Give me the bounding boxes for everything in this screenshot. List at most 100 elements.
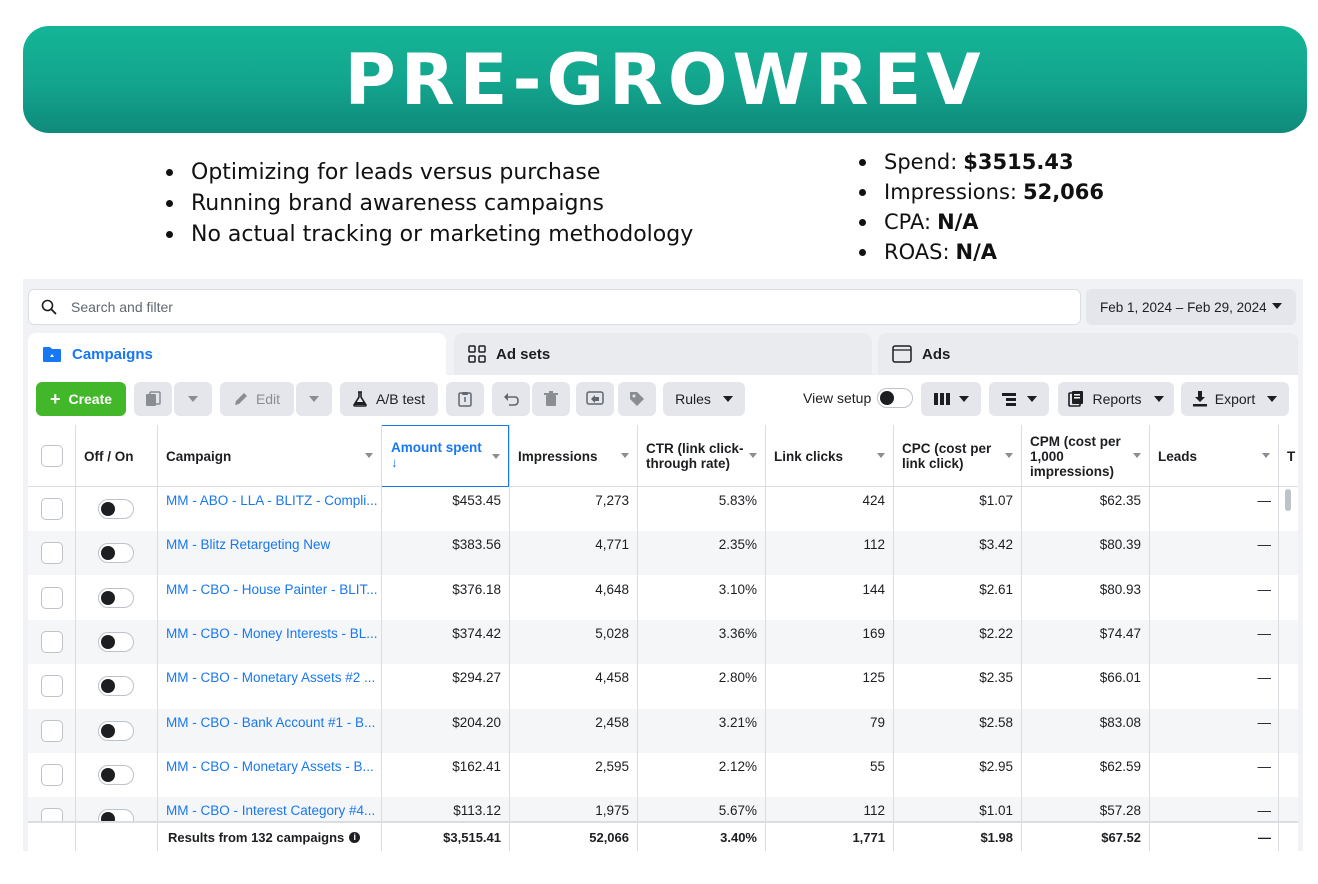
col-label: CPC (cost per link click) [902,441,992,471]
cell-spent: $374.42 [452,625,501,641]
folder-icon [42,346,62,363]
bullet-text: No actual tracking or marketing methodol… [191,222,694,247]
row-checkbox[interactable] [40,719,63,742]
tab-campaigns[interactable]: Campaigns [28,333,446,375]
campaign-toggle[interactable] [98,499,134,519]
tab-ad-sets[interactable]: Ad sets [454,333,872,375]
campaign-toggle[interactable] [98,720,134,741]
preview-button[interactable] [576,382,614,416]
campaign-toggle[interactable] [98,543,134,564]
table-row[interactable]: MM - CBO - Money Interests - BL... $374.4… [28,619,1298,664]
cell-ctr: 2.35% [718,537,757,553]
col-amount-spent[interactable]: Amount spent ↓ [381,425,509,487]
duplicate-icon [146,391,161,406]
col-cpc[interactable]: CPC (cost per link click) [893,425,1021,487]
campaign-name-link[interactable]: MM - CBO - Money Interests - BL... [166,620,378,664]
campaign-name-link[interactable]: MM - CBO - House Painter - BLIT... [166,576,378,620]
col-cpm[interactable]: CPM (cost per 1,000 impressions) [1021,425,1149,487]
export-label: Export [1214,391,1256,407]
campaign-name-link[interactable]: MM - ABO - LLA - BLITZ - Compli... [166,487,378,531]
row-select-cell [28,753,75,797]
table-row[interactable]: MM - CBO - Monetary Assets #2 ... $294.27… [28,664,1298,708]
col-leads[interactable]: Leads [1149,425,1278,487]
row-select-cell [28,531,75,575]
table-scrollbar[interactable] [1285,489,1291,511]
bullet-item: No actual tracking or marketing methodol… [166,219,693,250]
duplicate-button[interactable] [134,382,172,416]
table-row[interactable]: MM - Blitz Retargeting New $383.56 4,771 2.… [28,531,1298,576]
chevron-down-icon [749,453,757,458]
campaign-name-link[interactable]: MM - CBO - Monetary Assets #2 ... [166,664,378,708]
col-ctr[interactable]: CTR (link click-through rate) [637,425,765,487]
totals-cpm: $67.52 [1101,829,1141,845]
tag-icon [630,392,644,406]
metric-value: 52,066 [1022,180,1105,204]
cell-impressions: 7,273 [595,493,629,508]
date-range-picker[interactable]: Feb 1, 2024 – Feb 29, 2024 [1086,289,1296,325]
chevron-down-icon [1267,396,1278,402]
breakdown-button[interactable] [989,382,1049,416]
row-checkbox[interactable] [40,498,63,520]
tab-ads[interactable]: Ads [878,333,1298,375]
row-checkbox[interactable] [40,586,63,609]
chevron-down-icon [1026,396,1037,402]
search-bar[interactable] [28,289,1081,325]
row-checkbox[interactable] [40,763,63,786]
info-icon[interactable]: i [349,831,361,843]
col-off-on[interactable]: Off / On [75,425,157,487]
date-range-label: Feb 1, 2024 – Feb 29, 2024 [1100,299,1267,315]
delete-button[interactable] [532,382,570,416]
col-label: CTR (link click-through rate) [646,441,744,471]
campaign-name-link[interactable]: MM - CBO - Bank Account #1 - B... [166,709,378,753]
export-button[interactable]: Export [1181,382,1289,416]
cell-cpc: $2.22 [979,625,1013,641]
cell-ctr: 5.83% [718,493,757,508]
duplicate-dropdown-button[interactable] [174,382,212,416]
row-checkbox[interactable] [40,675,63,698]
cell-cpm: $62.35 [1099,493,1141,508]
col-label: Amount spent [391,440,482,455]
table-row[interactable]: MM - CBO - Bank Account #1 - B... $204.20… [28,708,1298,753]
table-row[interactable]: MM - CBO - Monetary Assets - B... $162.41… [28,753,1298,797]
row-checkbox[interactable] [40,542,63,565]
totals-cpc: $1.98 [980,829,1013,845]
edit-dropdown-button[interactable] [296,382,332,416]
create-button[interactable]: + Create [36,382,126,416]
col-impressions[interactable]: Impressions [509,425,637,487]
col-label: Link clicks [774,448,844,464]
row-select-cell [28,709,75,753]
campaign-name-link[interactable]: MM - CBO - Monetary Assets - B... [166,753,378,797]
cell-impressions: 4,771 [595,537,629,553]
cell-cpm: $74.47 [1099,625,1141,641]
select-all-checkbox[interactable] [40,445,63,467]
ab-test-button[interactable]: A/B test [340,382,438,416]
table-row[interactable]: MM - CBO - House Painter - BLIT... $376.1… [28,576,1298,620]
cell-clicks: 125 [862,670,885,686]
search-input[interactable] [71,299,971,315]
col-link-clicks[interactable]: Link clicks [765,425,893,487]
clipboard-button[interactable] [446,382,484,416]
campaign-toggle[interactable] [98,587,134,608]
row-checkbox[interactable] [40,630,63,653]
cell-cpm: $80.93 [1099,581,1141,597]
campaign-toggle[interactable] [98,764,134,785]
edit-button[interactable]: Edit [220,382,294,416]
columns-button[interactable] [921,382,981,416]
campaign-toggle[interactable] [98,631,134,652]
reports-button[interactable]: Reports [1058,382,1174,416]
view-setup-toggle[interactable] [877,388,913,408]
undo-button[interactable] [492,382,530,416]
cell-cpm: $80.39 [1099,537,1141,553]
campaign-toggle[interactable] [98,676,134,697]
col-campaign[interactable]: Campaign [157,425,381,487]
rules-button[interactable]: Rules [663,382,745,416]
col-label: Campaign [166,448,232,464]
table-row[interactable]: MM - ABO - LLA - BLITZ - Compli... $453.4… [28,487,1298,531]
cell-ctr: 2.80% [718,670,757,686]
col-next-truncated[interactable]: T [1278,425,1298,487]
cell-ctr: 2.12% [718,758,757,774]
edit-label: Edit [255,391,281,407]
tag-button[interactable] [618,382,656,416]
campaign-name-link[interactable]: MM - Blitz Retargeting New [166,531,378,575]
bullet-text: Running brand awareness campaigns [191,191,604,216]
